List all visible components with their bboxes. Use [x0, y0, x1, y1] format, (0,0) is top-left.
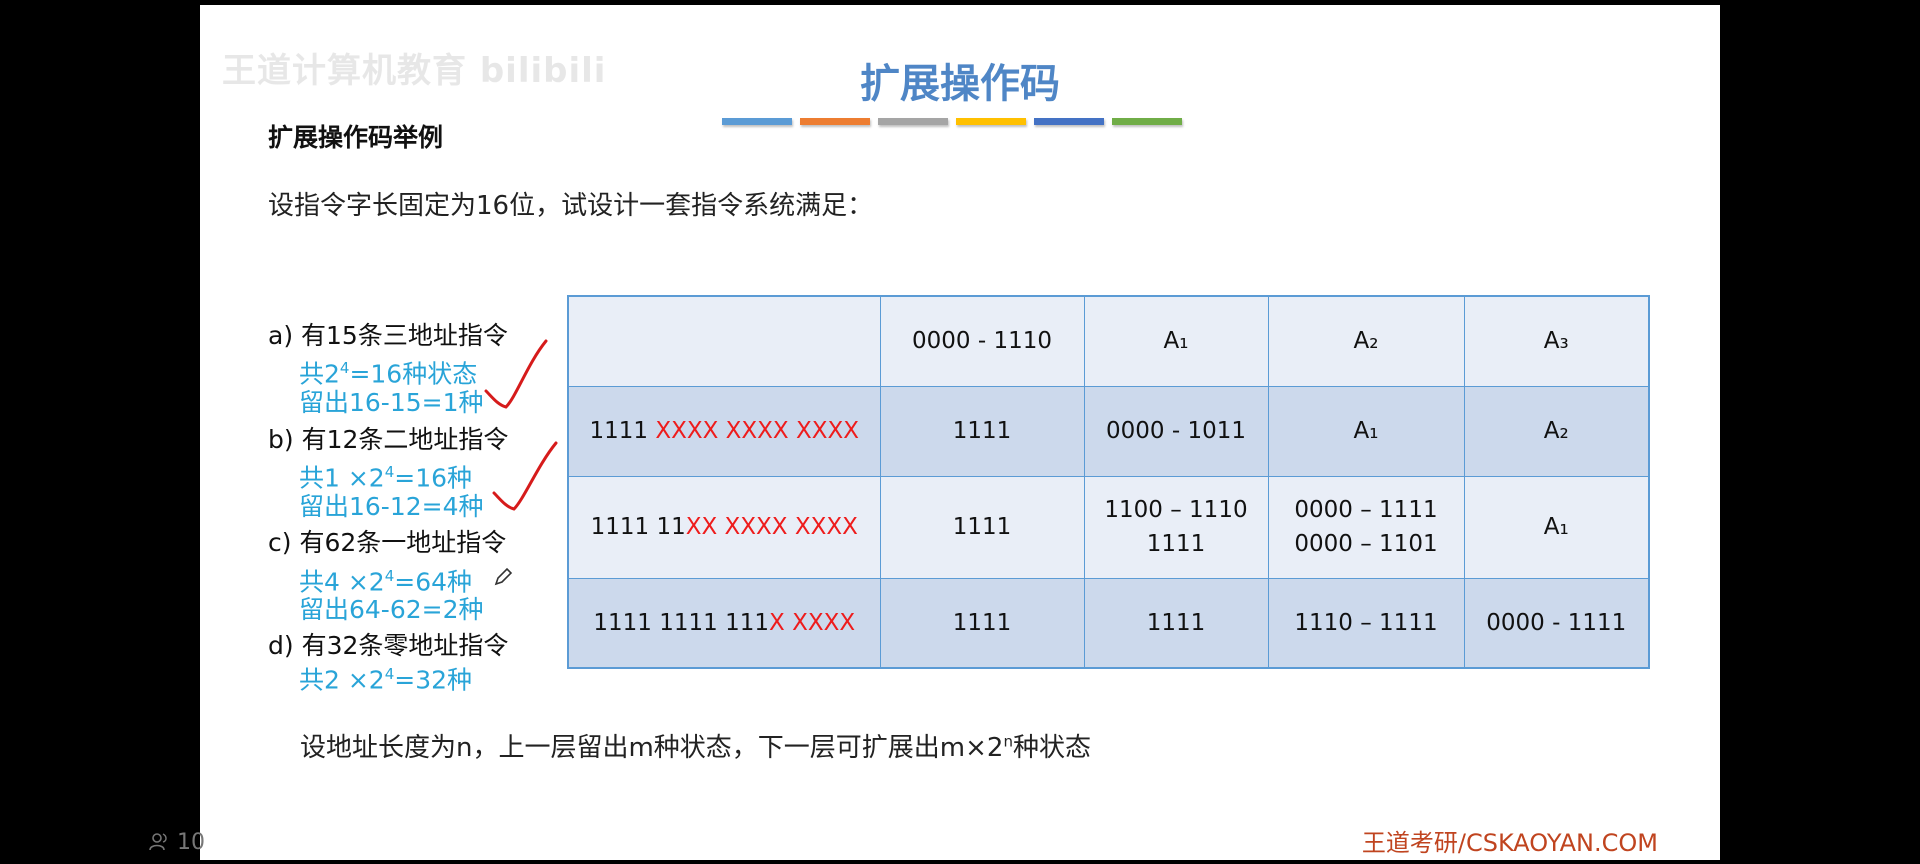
pattern-variable: XX XXXX XXXX [685, 514, 858, 540]
requirement-text: a) 有15条三地址指令 [268, 321, 508, 350]
table-cell: 1100 – 1110 1111 [1083, 475, 1269, 579]
table-cell: 1111 [879, 385, 1085, 477]
summary-pre: 设地址长度为n，上一层留出m种状态，下一层可扩展出m×2 [300, 733, 1004, 763]
note-pre: 留出16-15=1种 [299, 388, 484, 417]
table-cell: A₁ [1267, 385, 1465, 477]
table-row: 1111 11XX XXXX XXXX 1111 1100 – 1110 1111… [567, 475, 1650, 579]
footer-brand: 王道考研/CSKAOYAN.COM [1361, 829, 1658, 857]
underline-bar [1034, 118, 1104, 125]
note-c-2: 留出64-62=2种 [299, 595, 484, 625]
table-cell: 0000 - 1011 [1083, 385, 1269, 477]
note-a-2: 留出16-15=1种 [299, 388, 484, 418]
pencil-icon [494, 567, 513, 586]
note-pre: 共2 [299, 359, 340, 389]
viewer-icon [149, 833, 167, 851]
note-sup: 4 [384, 665, 395, 683]
table-row: 1111 XXXX XXXX XXXX 1111 0000 - 1011 A₁ … [567, 385, 1650, 477]
table-cell: A₃ [1463, 295, 1650, 387]
table-cell: 1111 [879, 577, 1085, 669]
pattern-cell: 1111 1111 111X XXXX [567, 577, 881, 669]
viewer-count-value: 10 [177, 830, 205, 855]
pattern-cell [567, 295, 881, 387]
note-sup: 4 [384, 567, 395, 585]
requirement-d: d) 有32条零地址指令 [268, 631, 508, 661]
pattern-fixed: 1111 [589, 418, 656, 444]
table-cell: 1111 [879, 475, 1085, 579]
requirement-a: a) 有15条三地址指令 [268, 321, 508, 351]
note-pre: 共1 ×2 [299, 463, 385, 493]
pattern-variable: X XXXX [769, 609, 856, 636]
underline-bar [878, 118, 948, 125]
note-sup: 4 [384, 463, 395, 481]
note-pre: 共2 ×2 [299, 665, 385, 695]
summary-sup: n [1003, 732, 1013, 751]
requirement-text: c) 有62条一地址指令 [268, 528, 507, 557]
cell-line: 1100 – 1110 [1104, 497, 1248, 523]
summary-post: 种状态 [1012, 733, 1091, 763]
note-post: =64种 [394, 567, 473, 597]
cell-line: 0000 – 1111 [1294, 497, 1438, 523]
note-pre: 留出16-12=4种 [299, 492, 484, 521]
table-cell: 0000 – 1111 0000 – 1101 [1267, 475, 1465, 579]
cell-line: 0000 – 1101 [1294, 531, 1438, 557]
pattern-cell: 1111 XXXX XXXX XXXX [567, 385, 881, 477]
pattern-fixed: 1111 11 [590, 514, 686, 540]
note-post: =16种状态 [349, 359, 478, 389]
intro-text: 设指令字长固定为16位，试设计一套指令系统满足： [268, 191, 874, 221]
underline-bar [1112, 118, 1182, 125]
table-cell: A₂ [1463, 385, 1650, 477]
table-cell: 1111 [1083, 577, 1269, 669]
table-cell: 0000 - 1111 [1463, 577, 1650, 669]
underline-bar [800, 118, 870, 125]
table-cell: 1110 – 1111 [1267, 577, 1465, 669]
slide: 王道计算机教育 bilibili 扩展操作码 扩展操作码举例 设指令字长固定为1… [200, 5, 1720, 860]
note-b-1: 共1 ×24=16种 [299, 457, 472, 493]
note-a-1: 共24=16种状态 [299, 353, 477, 389]
requirement-text: b) 有12条二地址指令 [268, 425, 509, 454]
note-post: =32种 [394, 665, 473, 695]
table-cell: A₁ [1463, 475, 1650, 579]
note-d-1: 共2 ×24=32种 [299, 659, 472, 695]
table-cell: 0000 - 1110 [879, 295, 1085, 387]
requirement-c: c) 有62条一地址指令 [268, 528, 506, 558]
note-pre: 留出64-62=2种 [299, 595, 484, 624]
checkmark-icon [492, 441, 558, 511]
slide-title: 扩展操作码 [860, 61, 1060, 107]
pattern-fixed: 1111 1111 111 [593, 609, 769, 636]
underline-bar [722, 118, 792, 125]
table-cell: A₁ [1083, 295, 1269, 387]
table-row: 1111 1111 111X XXXX 1111 1111 1110 – 111… [567, 577, 1650, 669]
checkmark-icon [484, 339, 548, 409]
table-cell: A₂ [1267, 295, 1465, 387]
underline-bar [956, 118, 1026, 125]
summary-text: 设地址长度为n，上一层留出m种状态，下一层可扩展出m×2n种状态 [300, 727, 1091, 764]
note-pre: 共4 ×2 [299, 567, 385, 597]
note-post: =16种 [394, 463, 473, 493]
note-c-1: 共4 ×24=64种 [299, 561, 472, 597]
requirement-b: b) 有12条二地址指令 [268, 425, 508, 455]
pattern-cell: 1111 11XX XXXX XXXX [567, 475, 881, 579]
viewer-count: 10 [148, 830, 205, 855]
cell-line: 1111 [1146, 531, 1206, 557]
section-subtitle: 扩展操作码举例 [268, 123, 444, 152]
table-row: 0000 - 1110 A₁ A₂ A₃ [567, 295, 1650, 387]
note-b-2: 留出16-12=4种 [299, 492, 484, 522]
requirement-text: d) 有32条零地址指令 [268, 631, 509, 660]
pattern-variable: XXXX XXXX XXXX [655, 418, 860, 444]
opcode-table: 0000 - 1110 A₁ A₂ A₃ 1111 XXXX XXXX XXXX… [567, 295, 1650, 669]
